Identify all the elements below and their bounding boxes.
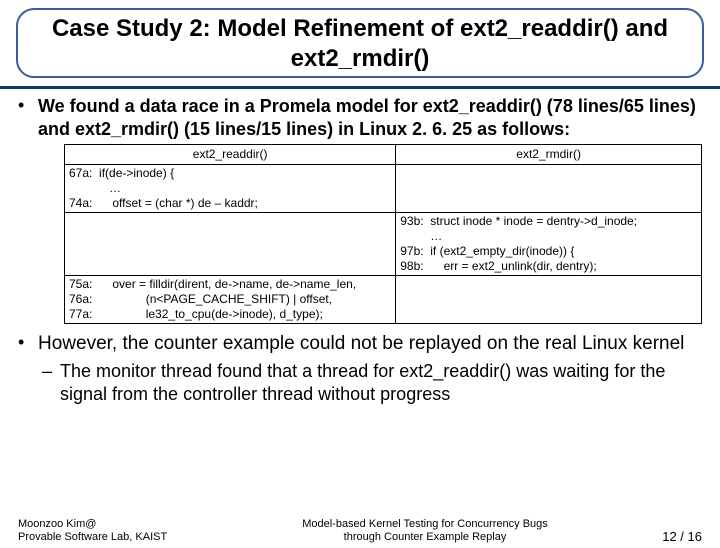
bullet-marker: • bbox=[18, 332, 30, 354]
bullet-marker: • bbox=[18, 95, 30, 117]
dash-marker: – bbox=[42, 360, 52, 383]
cell-r3-left: 75a: over = filldir(dirent, de->name, de… bbox=[65, 276, 396, 324]
bullet-1: • We found a data race in a Promela mode… bbox=[18, 95, 702, 140]
sub-bullet-1: – The monitor thread found that a thread… bbox=[42, 360, 702, 406]
table-head-left: ext2_readdir() bbox=[65, 145, 396, 165]
bullet-2-text: However, the counter example could not b… bbox=[38, 332, 684, 356]
bullet-1-text: We found a data race in a Promela model … bbox=[38, 95, 702, 140]
footer-title-2: through Counter Example Replay bbox=[208, 531, 642, 544]
footer-title-1: Model-based Kernel Testing for Concurren… bbox=[208, 518, 642, 531]
slide-title-frame: Case Study 2: Model Refinement of ext2_r… bbox=[16, 8, 704, 78]
cell-r3-right bbox=[396, 276, 702, 324]
footer-left: Moonzoo Kim@ Provable Software Lab, KAIS… bbox=[18, 518, 208, 544]
sub-bullet-1-text: The monitor thread found that a thread f… bbox=[60, 360, 702, 406]
footer-affiliation: Provable Software Lab, KAIST bbox=[18, 531, 208, 544]
footer-center: Model-based Kernel Testing for Concurren… bbox=[208, 518, 642, 544]
content-area: • We found a data race in a Promela mode… bbox=[0, 89, 720, 411]
cell-r1-left: 67a: if(de->inode) { … 74a: offset = (ch… bbox=[65, 165, 396, 213]
slide-title: Case Study 2: Model Refinement of ext2_r… bbox=[30, 14, 690, 74]
footer-pagenum: 12 / 16 bbox=[642, 529, 702, 544]
slide-footer: Moonzoo Kim@ Provable Software Lab, KAIS… bbox=[0, 518, 720, 544]
cell-r1-right bbox=[396, 165, 702, 213]
table-head-right: ext2_rmdir() bbox=[396, 145, 702, 165]
code-table: ext2_readdir() ext2_rmdir() 67a: if(de->… bbox=[64, 144, 702, 324]
cell-r2-right: 93b: struct inode * inode = dentry->d_in… bbox=[396, 213, 702, 276]
bullet-2: • However, the counter example could not… bbox=[18, 332, 702, 356]
footer-author: Moonzoo Kim@ bbox=[18, 518, 208, 531]
cell-r2-left bbox=[65, 213, 396, 276]
